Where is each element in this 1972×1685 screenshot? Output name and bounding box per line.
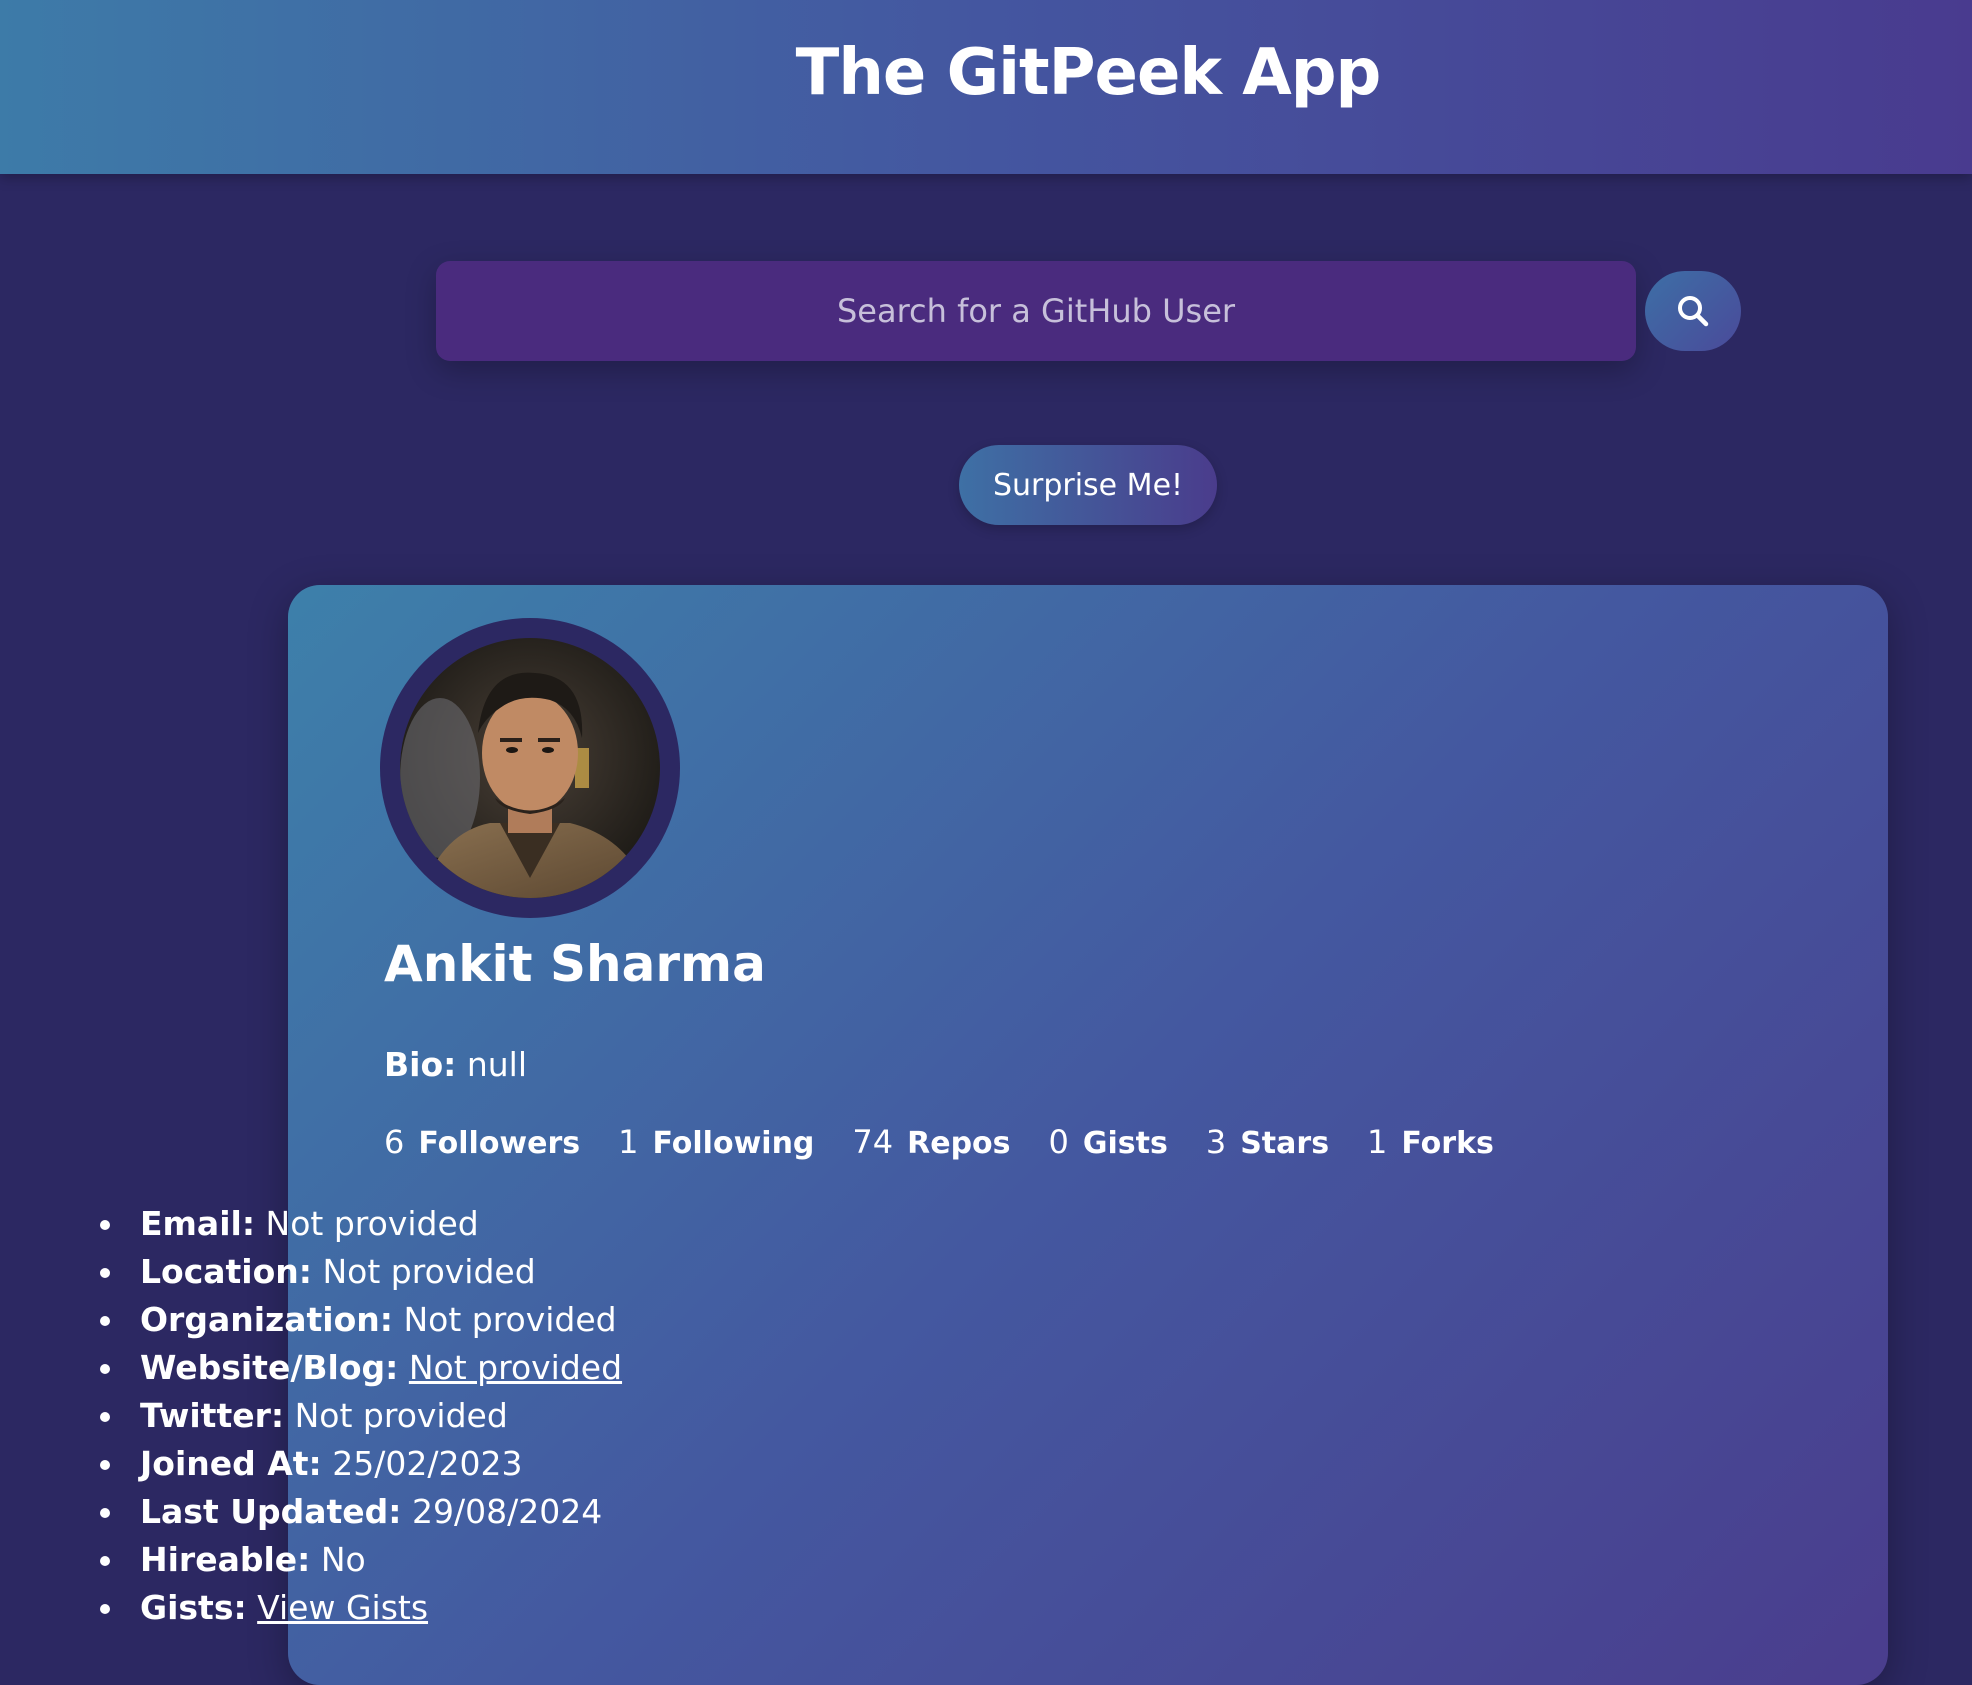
detail-label: Last Updated: (140, 1492, 402, 1531)
detail-joined-at: Joined At: 25/02/2023 (96, 1440, 622, 1488)
stat-stars: 3 Stars (1206, 1123, 1329, 1161)
stat-following: 1 Following (618, 1123, 814, 1161)
website-link[interactable]: Not provided (409, 1348, 622, 1387)
avatar-photo (400, 638, 660, 898)
stat-label: Forks (1401, 1126, 1494, 1161)
stat-label: Repos (907, 1126, 1011, 1161)
detail-website: Website/Blog: Not provided (96, 1344, 622, 1392)
detail-twitter: Twitter: Not provided (96, 1392, 622, 1440)
stat-label: Gists (1082, 1126, 1168, 1161)
avatar (380, 618, 680, 918)
stat-forks: 1 Forks (1367, 1123, 1494, 1161)
bio-label: Bio: (384, 1045, 457, 1084)
stat-value: 74 (852, 1123, 894, 1161)
search-input[interactable] (436, 261, 1636, 361)
detail-label: Gists: (140, 1588, 247, 1627)
stats-row: 6 Followers 1 Following 74 Repos 0 Gists… (384, 1123, 1532, 1161)
user-name: Ankit Sharma (384, 935, 766, 993)
detail-label: Website/Blog: (140, 1348, 399, 1387)
stat-label: Followers (418, 1126, 581, 1161)
detail-last-updated: Last Updated: 29/08/2024 (96, 1488, 622, 1536)
stat-repos: 74 Repos (852, 1123, 1010, 1161)
detail-organization: Organization: Not provided (96, 1296, 622, 1344)
stat-gists: 0 Gists (1049, 1123, 1168, 1161)
detail-label: Organization: (140, 1300, 393, 1339)
detail-hireable: Hireable: No (96, 1536, 622, 1584)
detail-value: Not provided (403, 1300, 617, 1339)
search-icon (1675, 293, 1711, 329)
app-header: The GitPeek App (0, 0, 1972, 174)
detail-value: 25/02/2023 (332, 1444, 523, 1483)
detail-value: Not provided (322, 1252, 536, 1291)
detail-label: Joined At: (140, 1444, 322, 1483)
detail-email: Email: Not provided (96, 1200, 622, 1248)
detail-value: Not provided (294, 1396, 508, 1435)
app-title: The GitPeek App (795, 36, 1382, 110)
detail-label: Email: (140, 1204, 256, 1243)
detail-gists: Gists: View Gists (96, 1584, 622, 1632)
detail-label: Twitter: (140, 1396, 285, 1435)
stat-followers: 6 Followers (384, 1123, 580, 1161)
stat-value: 0 (1048, 1123, 1069, 1161)
profile-details-list: Email: Not provided Location: Not provid… (96, 1200, 622, 1632)
detail-value: Not provided (265, 1204, 479, 1243)
stat-label: Following (652, 1126, 815, 1161)
stat-value: 3 (1205, 1123, 1227, 1161)
bio-value: null (466, 1045, 528, 1084)
detail-location: Location: Not provided (96, 1248, 622, 1296)
view-gists-link[interactable]: View Gists (257, 1588, 428, 1627)
stat-value: 1 (1367, 1123, 1388, 1161)
search-button[interactable] (1645, 271, 1741, 351)
stat-label: Stars (1240, 1126, 1330, 1161)
detail-label: Hireable: (140, 1540, 311, 1579)
bio-line: Bio: null (384, 1045, 527, 1084)
detail-value: 29/08/2024 (412, 1492, 603, 1531)
surprise-me-button[interactable]: Surprise Me! (959, 445, 1217, 525)
detail-value: No (320, 1540, 366, 1579)
detail-label: Location: (140, 1252, 312, 1291)
stat-value: 1 (618, 1123, 639, 1161)
stat-value: 6 (384, 1123, 405, 1161)
